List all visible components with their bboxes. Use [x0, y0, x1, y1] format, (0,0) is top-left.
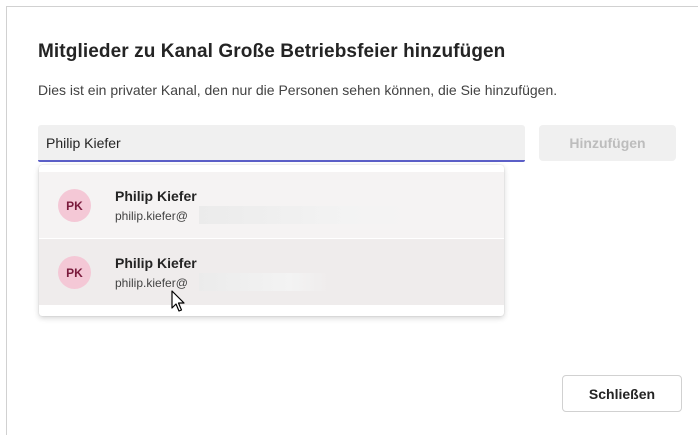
suggestion-email: philip.kiefer@	[115, 209, 188, 223]
add-members-dialog: Mitglieder zu Kanal Große Betriebsfeier …	[6, 6, 698, 435]
redacted-email-domain	[199, 206, 409, 224]
redacted-email-domain	[199, 273, 329, 291]
search-input-focus-underline	[38, 160, 525, 162]
avatar: PK	[58, 189, 91, 222]
dialog-subtitle: Dies ist ein privater Kanal, den nur die…	[38, 82, 558, 98]
suggestion-email: philip.kiefer@	[115, 276, 188, 290]
avatar: PK	[58, 256, 91, 289]
close-button[interactable]: Schließen	[562, 375, 682, 412]
dialog-title: Mitglieder zu Kanal Große Betriebsfeier …	[38, 41, 506, 62]
suggestion-item[interactable]: PK Philip Kiefer philip.kiefer@	[39, 172, 504, 238]
search-input-value: Philip Kiefer	[46, 135, 121, 151]
suggestion-dropdown: PK Philip Kiefer philip.kiefer@ PK Phili…	[39, 165, 504, 316]
member-search-input[interactable]: Philip Kiefer	[38, 125, 525, 161]
mouse-cursor-icon	[171, 290, 185, 312]
suggestion-name: Philip Kiefer	[115, 255, 197, 271]
suggestion-name: Philip Kiefer	[115, 188, 197, 204]
add-button[interactable]: Hinzufügen	[539, 125, 676, 161]
suggestion-item[interactable]: PK Philip Kiefer philip.kiefer@	[39, 239, 504, 305]
